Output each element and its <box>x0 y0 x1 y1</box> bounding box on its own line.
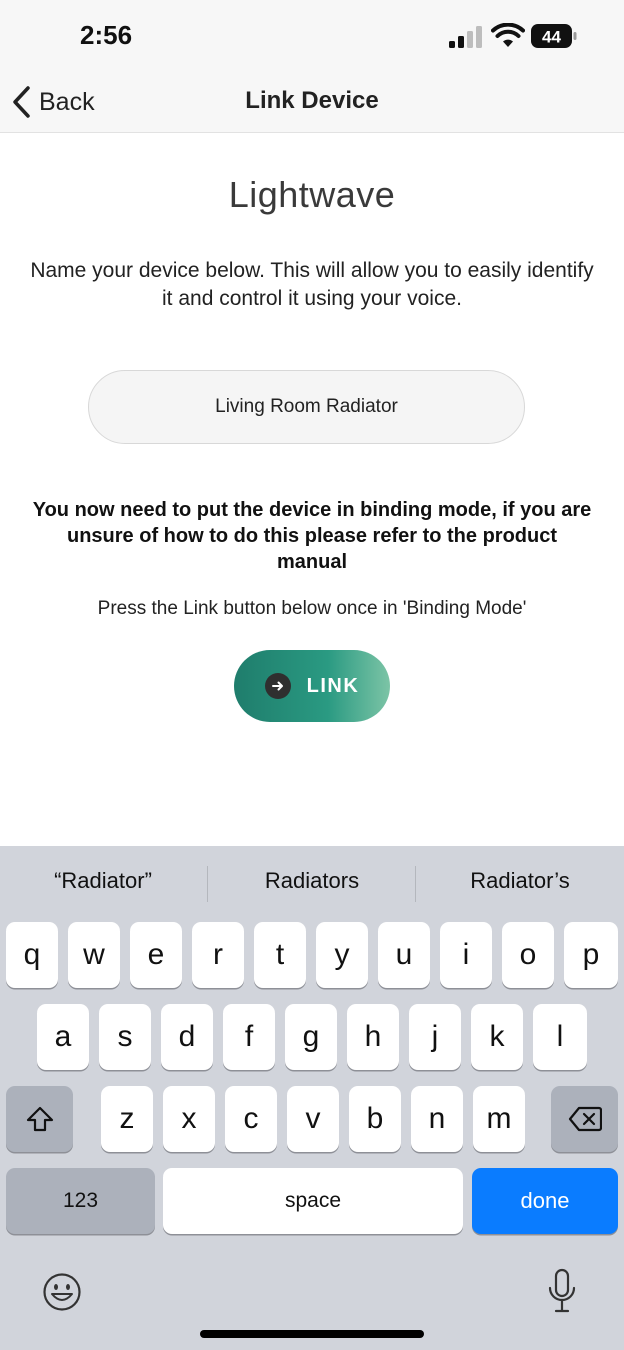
battery-icon: 44 <box>531 24 577 48</box>
key-o[interactable]: o <box>502 922 554 988</box>
keyboard: “Radiator” Radiators Radiator’s q w e r … <box>0 846 624 1350</box>
key-u[interactable]: u <box>378 922 430 988</box>
suggestion-divider <box>415 866 416 902</box>
key-f[interactable]: f <box>223 1004 275 1070</box>
wifi-icon <box>491 23 525 47</box>
shift-key[interactable] <box>6 1086 73 1152</box>
lightwave-logo: Lightwave <box>228 174 396 215</box>
navigation-bar: Back Link Device <box>0 74 624 133</box>
arrow-right-icon <box>264 673 291 699</box>
key-g[interactable]: g <box>285 1004 337 1070</box>
numbers-key[interactable]: 123 <box>6 1168 155 1234</box>
key-n[interactable]: n <box>411 1086 463 1152</box>
backspace-key[interactable] <box>551 1086 618 1152</box>
key-i[interactable]: i <box>440 922 492 988</box>
press-instruction: Press the Link button below once in 'Bin… <box>97 598 527 619</box>
status-bar: 2:56 44 <box>0 0 624 74</box>
key-w[interactable]: w <box>68 922 120 988</box>
status-time: 2:56 <box>80 20 133 50</box>
page-title: Link Device <box>245 87 379 114</box>
battery-level: 44 <box>542 28 561 47</box>
key-y[interactable]: y <box>316 922 368 988</box>
suggestion-3[interactable]: Radiator’s <box>417 868 623 894</box>
key-d[interactable]: d <box>161 1004 213 1070</box>
emoji-icon[interactable] <box>42 1272 82 1312</box>
cellular-signal-icon <box>449 26 483 48</box>
key-a[interactable]: a <box>37 1004 89 1070</box>
key-v[interactable]: v <box>287 1086 339 1152</box>
suggestion-divider <box>207 866 208 902</box>
key-k[interactable]: k <box>471 1004 523 1070</box>
key-e[interactable]: e <box>130 922 182 988</box>
home-indicator <box>200 1330 424 1338</box>
intro-text: Name your device below. This will allow … <box>30 259 594 310</box>
link-button-label: LINK <box>306 674 360 697</box>
device-name-input[interactable] <box>88 370 525 444</box>
link-button[interactable]: LINK <box>234 650 390 722</box>
key-m[interactable]: m <box>473 1086 525 1152</box>
space-key[interactable]: space <box>163 1168 463 1234</box>
key-s[interactable]: s <box>99 1004 151 1070</box>
key-t[interactable]: t <box>254 922 306 988</box>
binding-instruction: You now need to put the device in bindin… <box>32 499 592 573</box>
key-j[interactable]: j <box>409 1004 461 1070</box>
microphone-icon[interactable] <box>546 1268 578 1314</box>
shift-icon <box>26 1106 53 1132</box>
link-device-content: Lightwave Name your device below. This w… <box>0 134 624 846</box>
suggestion-1[interactable]: “Radiator” <box>0 868 206 894</box>
key-p[interactable]: p <box>564 922 618 988</box>
key-h[interactable]: h <box>347 1004 399 1070</box>
key-b[interactable]: b <box>349 1086 401 1152</box>
key-c[interactable]: c <box>225 1086 277 1152</box>
suggestion-bar: “Radiator” Radiators Radiator’s <box>0 846 624 922</box>
key-r[interactable]: r <box>192 922 244 988</box>
key-x[interactable]: x <box>163 1086 215 1152</box>
backspace-icon <box>568 1106 602 1132</box>
suggestion-2[interactable]: Radiators <box>209 868 415 894</box>
key-l[interactable]: l <box>533 1004 587 1070</box>
key-z[interactable]: z <box>101 1086 153 1152</box>
done-key[interactable]: done <box>472 1168 618 1234</box>
key-q[interactable]: q <box>6 922 58 988</box>
